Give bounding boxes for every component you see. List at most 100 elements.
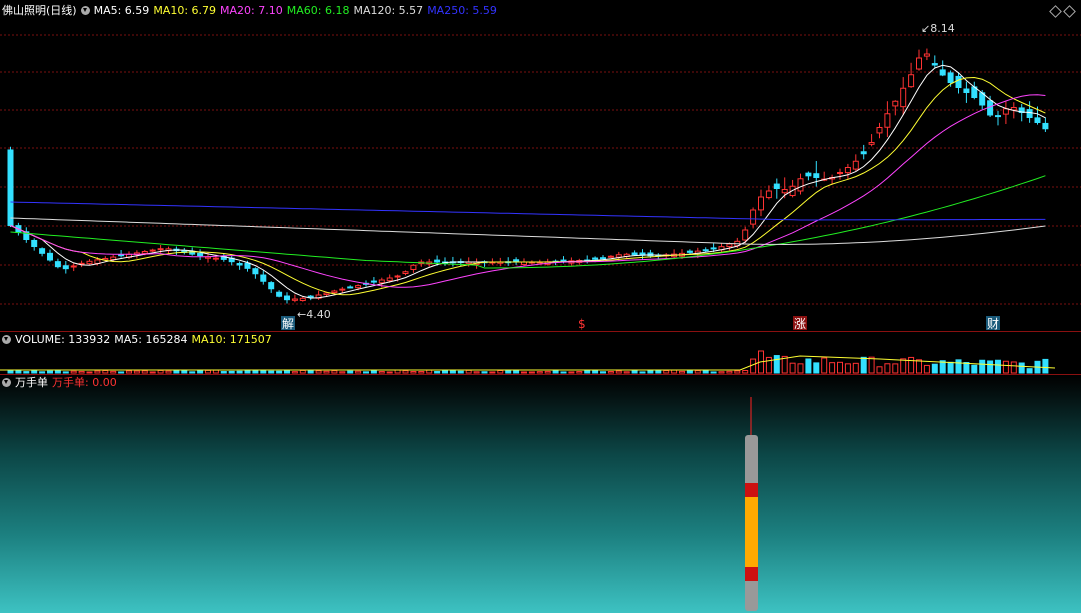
volume-bar [355,370,362,374]
volume-bar [165,370,172,374]
volume-bar [686,369,693,374]
indicator-band-red [745,567,758,581]
volume-bar [607,370,614,374]
volume-bar [742,369,749,374]
volume-bar [489,371,496,374]
candle-body [355,285,362,289]
candle-body [291,298,298,301]
ma120-legend: MA120: 5.57 [353,4,424,17]
candle-body [947,72,954,83]
collapse-icon[interactable] [80,6,90,15]
collapse-icon[interactable] [2,335,11,344]
candle-body [560,259,567,262]
volume-panel[interactable]: VOLUME: 133932 MA5: 165284 MA10: 171507 [0,332,1081,374]
volume-bar [1010,361,1017,374]
candle-body [47,252,53,261]
volume-bar [568,371,575,374]
candle-body [378,279,385,284]
candle-body [963,88,970,94]
candle-body [844,167,851,174]
volume-bar [592,370,599,374]
volume-legend: VOLUME: 133932 MA5: 165284 MA10: 171507 [2,333,276,347]
candle-body [600,257,606,260]
candle-body [402,271,409,275]
wanshoudan-value: 万手单: 0.00 [52,376,117,389]
volume-bar [7,369,14,374]
volume-bar [299,369,306,374]
candle-body [236,263,243,266]
volume-bar [23,371,30,374]
volume-bar [813,362,820,374]
candle-body [410,264,417,270]
volume-bar [315,370,322,374]
indicator-band-red [745,483,758,497]
candle-body [260,274,267,282]
event-marker: 涨 [794,316,806,331]
candle-body [773,183,780,190]
volume-bar [1018,362,1025,374]
candle-body [860,151,867,155]
candle-body [268,282,275,290]
volume-bar [205,369,211,374]
ma60-legend: MA60: 6.18 [286,4,350,17]
candle-body [62,265,69,270]
volume-bar [963,362,970,374]
volume-bar [339,371,346,374]
candle-body [1042,122,1049,130]
event-marker: 解 [282,317,294,331]
ma10-legend: MA10: 6.79 [153,4,217,17]
volume-bar [1026,368,1033,374]
candle-body [702,249,709,252]
main-legend: 佛山照明(日线) MA5: 6.59 MA10: 6.79 MA20: 7.10 MA6… [2,4,501,18]
volume-bar [513,370,520,374]
volume-bar [347,370,354,374]
ma5-legend: MA5: 6.59 [93,4,150,17]
ma250-line [10,201,1046,221]
volume-bar [173,370,180,374]
candle-body [852,160,859,170]
main-chart-panel[interactable]: ↙8.14 ←4.40 解 $ 涨 财 佛山照明(日线) MA5: 6.59 MA10: 6.… [0,0,1081,331]
volume-bar [797,363,804,374]
volume-bar [718,371,725,374]
volume-bar [47,370,53,374]
volume-ma10: MA10: 171507 [191,333,272,346]
volume-bar [860,356,867,374]
volume-bar [931,363,938,374]
volume-bar [402,370,409,374]
candle-body [837,172,843,174]
candle-body [781,189,788,194]
volume-bar [765,356,772,374]
volume-bar [418,371,425,374]
volume-bar [118,371,125,374]
collapse-icon[interactable] [2,378,11,387]
volume-bar [844,363,851,374]
volume-bar [852,362,859,374]
volume-bar [31,370,38,374]
volume-bar [284,369,290,374]
wanshoudan-title: 万手单 [15,376,48,389]
candle-body [884,113,891,128]
candlestick-chart[interactable]: ↙8.14 ←4.40解 $ 涨 财 [0,0,1081,331]
volume-bar [78,370,85,374]
volume-bar [189,371,196,374]
volume-bar [560,371,567,374]
wanshoudan-chart[interactable] [0,375,1081,613]
volume-bar [521,371,527,374]
candle-body [244,262,251,269]
volume-bar [86,371,93,374]
candle-body [631,252,638,256]
candle-body [955,75,962,89]
volume-bar [497,370,504,374]
candle-body [39,248,46,254]
volume-bar [15,370,22,374]
volume-bar [710,371,717,374]
volume-bar [947,361,954,374]
wanshoudan-panel[interactable]: 万手单 万手单: 0.00 [0,375,1081,613]
volume-bar [307,370,314,374]
candle-body [916,57,922,70]
volume-bar [995,359,1001,374]
candle-body [797,178,804,192]
volume-bar [260,369,267,374]
volume-bar [923,364,930,374]
volume-bar [916,359,922,374]
